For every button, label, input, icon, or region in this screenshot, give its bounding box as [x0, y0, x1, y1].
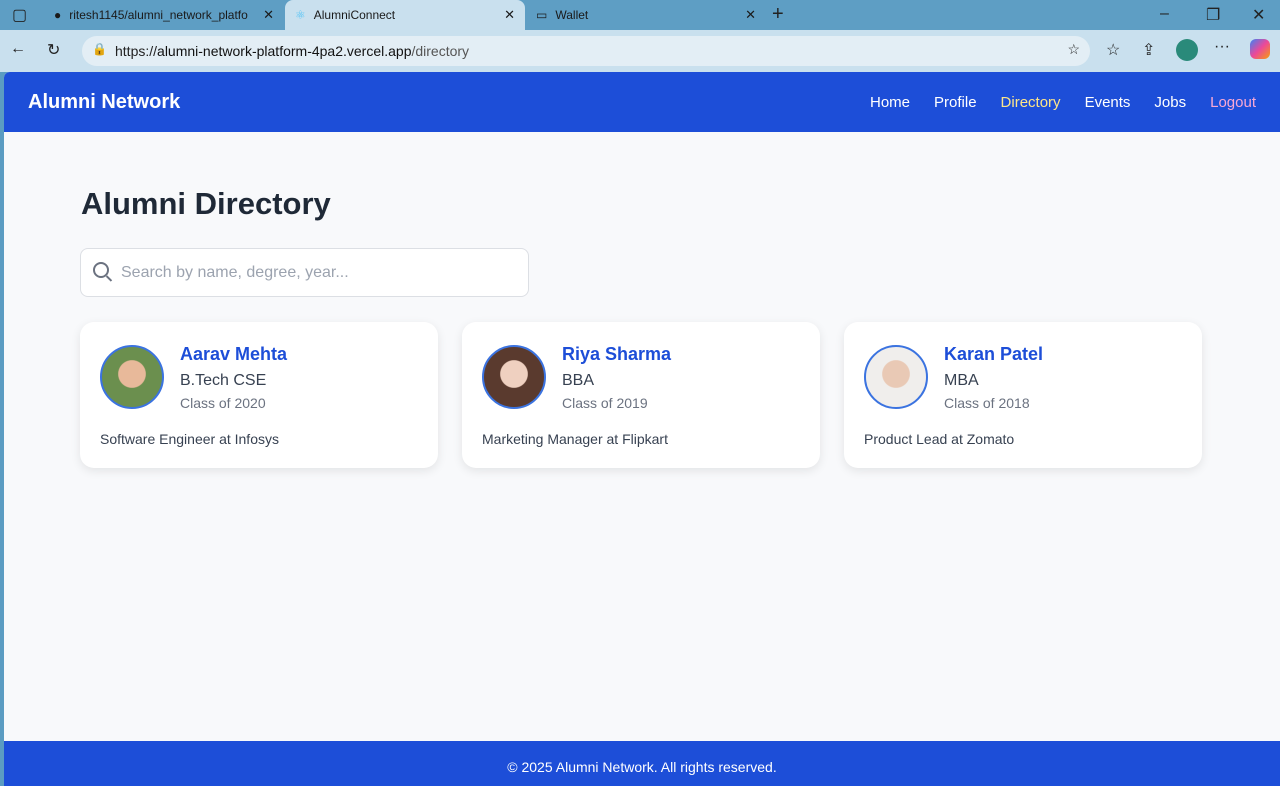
alumni-card[interactable]: Riya Sharma BBA Class of 2019 Marketing … [462, 322, 820, 468]
react-icon: ⚛ [295, 8, 306, 22]
nav-home[interactable]: Home [870, 94, 910, 111]
tab-wallet[interactable]: ▭ Wallet ✕ [526, 0, 766, 30]
favorites-icon[interactable]: ☆ [1106, 40, 1120, 60]
navbar: Alumni Network Home Profile Directory Ev… [4, 72, 1280, 132]
nav-events[interactable]: Events [1085, 94, 1131, 111]
url-prefix: https:// [115, 43, 158, 59]
tab-bar: ▢ ● ritesh1145/alumni_network_platfo ✕ ⚛ Al… [0, 0, 1280, 30]
refresh-icon[interactable]: ↻ [47, 40, 60, 60]
alumni-job: Marketing Manager at Flipkart [482, 431, 668, 447]
alumni-year: Class of 2020 [180, 395, 266, 411]
page-title: Alumni Directory [81, 186, 331, 221]
tab-label: Wallet [555, 8, 589, 22]
share-icon[interactable]: ⇪ [1142, 40, 1155, 60]
url-path: /directory [411, 43, 470, 59]
more-icon[interactable]: ··· [1214, 38, 1230, 56]
alumni-card[interactable]: Aarav Mehta B.Tech CSE Class of 2020 Sof… [80, 322, 438, 468]
search-icon [93, 262, 109, 278]
address-bar: ← ↻ 🔒 https://alumni-network-platform-4pa… [0, 30, 1280, 72]
tab-alumniconnect[interactable]: ⚛ AlumniConnect ✕ [285, 0, 525, 30]
footer: © 2025 Alumni Network. All rights reserv… [4, 741, 1280, 786]
lock-icon: 🔒 [92, 42, 107, 56]
nav-logout[interactable]: Logout [1210, 94, 1256, 111]
alumni-year: Class of 2018 [944, 395, 1030, 411]
github-icon: ● [54, 8, 62, 22]
close-tab-icon[interactable]: ✕ [263, 7, 274, 23]
url-host: alumni-network-platform-4pa2.vercel.app [157, 43, 412, 59]
copilot-icon[interactable] [1250, 39, 1270, 59]
page: Alumni Network Home Profile Directory Ev… [4, 72, 1280, 786]
alumni-name: Aarav Mehta [180, 344, 288, 364]
close-window-icon[interactable]: ✕ [1252, 5, 1265, 25]
alumni-job: Product Lead at Zomato [864, 431, 1015, 447]
alumni-degree: MBA [944, 372, 979, 389]
avatar [100, 345, 164, 409]
new-tab-icon[interactable]: + [772, 3, 784, 26]
sidebar-toggle-icon[interactable]: ▢ [12, 5, 27, 25]
avatar [864, 345, 928, 409]
minimize-icon[interactable]: – [1160, 5, 1169, 23]
alumni-name: Riya Sharma [562, 344, 672, 364]
avatar [482, 345, 546, 409]
tab-label: ritesh1145/alumni_network_platfo [69, 8, 248, 22]
tab-github[interactable]: ● ritesh1145/alumni_network_platfo ✕ [44, 0, 284, 30]
alumni-year: Class of 2019 [562, 395, 648, 411]
back-icon[interactable]: ← [10, 40, 26, 58]
close-tab-icon[interactable]: ✕ [745, 7, 756, 23]
alumni-job: Software Engineer at Infosys [100, 431, 279, 447]
alumni-card[interactable]: Karan Patel MBA Class of 2018 Product Le… [844, 322, 1202, 468]
close-tab-icon[interactable]: ✕ [504, 7, 515, 23]
restore-icon[interactable]: ❐ [1206, 5, 1220, 25]
favorite-star-icon[interactable]: ☆ [1067, 41, 1080, 58]
profile-avatar[interactable] [1176, 39, 1198, 61]
tab-label: AlumniConnect [313, 8, 396, 22]
alumni-degree: BBA [562, 372, 595, 389]
nav-profile[interactable]: Profile [934, 94, 977, 111]
url-input[interactable]: 🔒 https://alumni-network-platform-4pa2.ve… [82, 36, 1090, 66]
alumni-degree: B.Tech CSE [180, 372, 267, 389]
search-input[interactable]: Search by name, degree, year... [80, 248, 529, 297]
wallet-icon: ▭ [536, 8, 548, 22]
brand-logo[interactable]: Alumni Network [28, 91, 180, 114]
alumni-name: Karan Patel [944, 344, 1044, 364]
nav-directory[interactable]: Directory [1001, 94, 1061, 111]
search-placeholder: Search by name, degree, year... [121, 263, 349, 281]
nav-jobs[interactable]: Jobs [1154, 94, 1186, 111]
